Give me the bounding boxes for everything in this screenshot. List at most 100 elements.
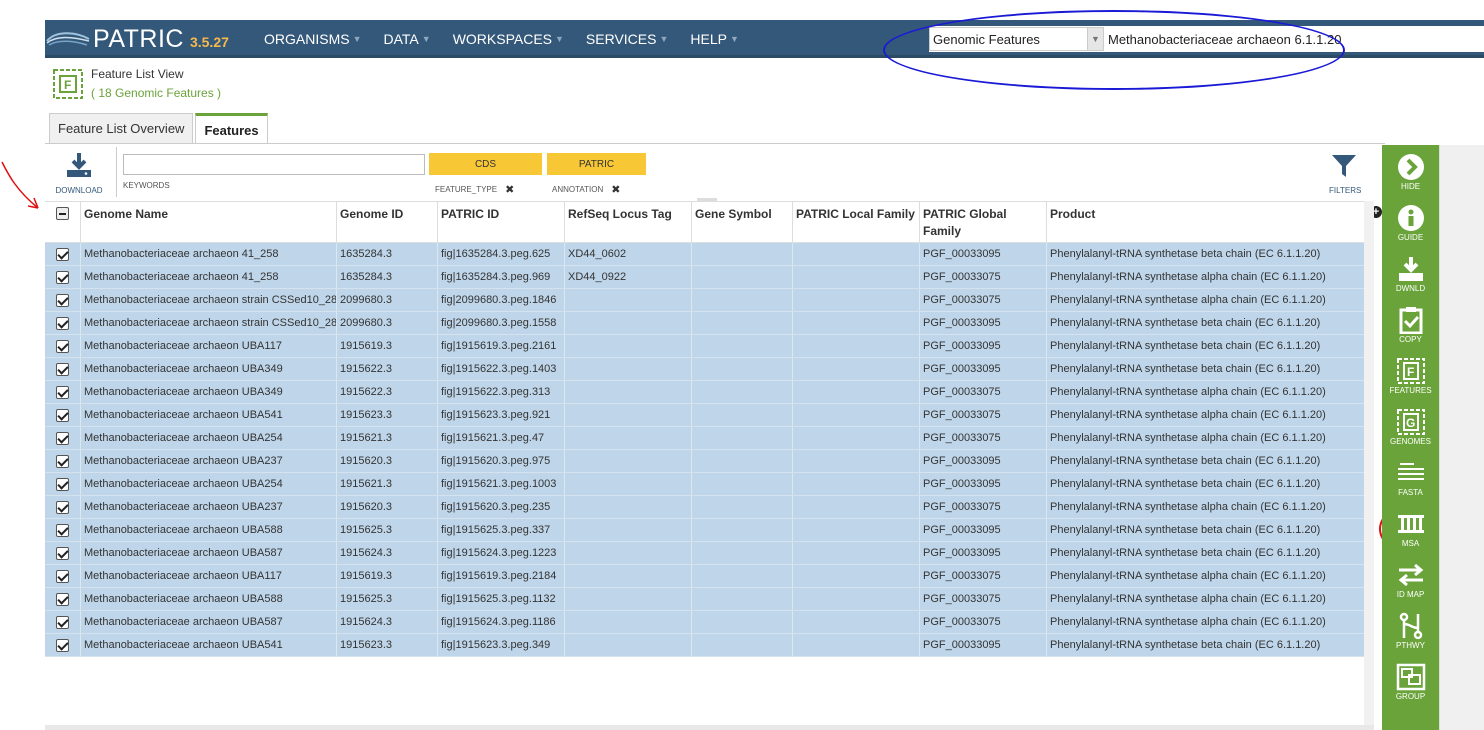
column-header-product[interactable]: Product — [1047, 202, 1364, 242]
table-row[interactable]: Methanobacteriaceae archaeon UBA587 19156… — [45, 542, 1364, 565]
table-row[interactable]: Methanobacteriaceae archaeon UBA117 19156… — [45, 335, 1364, 358]
row-checkbox[interactable] — [56, 592, 69, 606]
nav-help[interactable]: HELP ▼ — [690, 31, 739, 47]
row-checkbox[interactable] — [56, 500, 69, 514]
filters-button[interactable]: FILTERS — [1329, 153, 1361, 195]
column-header-refseq-locus-tag[interactable]: RefSeq Locus Tag — [565, 202, 692, 242]
row-checkbox[interactable] — [56, 638, 69, 652]
keywords-input[interactable] — [123, 154, 425, 175]
msa-button[interactable]: MSA — [1382, 510, 1439, 548]
row-checkbox-cell[interactable] — [45, 565, 81, 587]
nav-organisms[interactable]: ORGANISMS ▼ — [264, 31, 362, 47]
grid-horizontal-scrollbar[interactable] — [45, 725, 1374, 730]
row-checkbox[interactable] — [56, 454, 69, 468]
row-checkbox-cell[interactable] — [45, 611, 81, 633]
guide-button[interactable]: GUIDE — [1382, 204, 1439, 242]
row-checkbox[interactable] — [56, 615, 69, 629]
caret-down-icon[interactable]: ▼ — [1087, 28, 1103, 50]
table-row[interactable]: Methanobacteriaceae archaeon UBA349 19156… — [45, 381, 1364, 404]
row-checkbox-cell[interactable] — [45, 243, 81, 265]
table-row[interactable]: Methanobacteriaceae archaeon UBA587 19156… — [45, 611, 1364, 634]
row-checkbox-cell[interactable] — [45, 473, 81, 495]
cell-patric-local-family — [793, 588, 920, 610]
row-checkbox[interactable] — [56, 247, 69, 261]
pathway-button[interactable]: PTHWY — [1382, 612, 1439, 650]
filter-tag-patric[interactable]: PATRIC — [547, 153, 646, 175]
table-row[interactable]: Methanobacteriaceae archaeon UBA588 19156… — [45, 519, 1364, 542]
tab-features[interactable]: Features — [195, 113, 268, 144]
row-checkbox-cell[interactable] — [45, 358, 81, 380]
cell-refseq-locus-tag: XD44_0602 — [565, 243, 692, 265]
table-row[interactable]: Methanobacteriaceae archaeon 41_258 16352… — [45, 266, 1364, 289]
row-checkbox-cell[interactable] — [45, 542, 81, 564]
row-checkbox-cell[interactable] — [45, 335, 81, 357]
row-checkbox-cell[interactable] — [45, 427, 81, 449]
nav-workspaces[interactable]: WORKSPACES ▼ — [453, 31, 564, 47]
row-checkbox[interactable] — [56, 477, 69, 491]
column-header-patric-id[interactable]: PATRIC ID — [438, 202, 565, 242]
table-row[interactable]: Methanobacteriaceae archaeon UBA254 19156… — [45, 427, 1364, 450]
copy-button[interactable]: COPY — [1382, 306, 1439, 344]
table-row[interactable]: Methanobacteriaceae archaeon UBA541 19156… — [45, 634, 1364, 657]
row-checkbox[interactable] — [56, 431, 69, 445]
row-checkbox[interactable] — [56, 339, 69, 353]
select-all-checkbox-cell[interactable] — [45, 202, 81, 242]
remove-filter-icon[interactable]: ✖ — [505, 183, 514, 196]
row-checkbox-cell[interactable] — [45, 519, 81, 541]
row-checkbox[interactable] — [56, 385, 69, 399]
row-checkbox-cell[interactable] — [45, 588, 81, 610]
search-input[interactable] — [1104, 26, 1484, 52]
column-header-patric-global-family[interactable]: PATRIC Global Family — [920, 202, 1047, 242]
column-header-patric-local-family[interactable]: PATRIC Local Family — [793, 202, 920, 242]
table-row[interactable]: Methanobacteriaceae archaeon UBA588 19156… — [45, 588, 1364, 611]
cell-gene-symbol — [692, 289, 793, 311]
row-checkbox[interactable] — [56, 293, 69, 307]
row-checkbox[interactable] — [56, 569, 69, 583]
row-checkbox-cell[interactable] — [45, 450, 81, 472]
patric-logo[interactable]: PATRIC 3.5.27 — [45, 20, 229, 58]
column-header-genome-name[interactable]: Genome Name — [81, 202, 337, 242]
table-row[interactable]: Methanobacteriaceae archaeon UBA117 19156… — [45, 565, 1364, 588]
nav-data[interactable]: DATA ▼ — [384, 31, 431, 47]
features-button[interactable]: F FEATURES — [1382, 357, 1439, 395]
row-checkbox[interactable] — [56, 523, 69, 537]
row-checkbox[interactable] — [56, 408, 69, 422]
dwnld-button[interactable]: DWNLD — [1382, 255, 1439, 293]
row-checkbox-cell[interactable] — [45, 266, 81, 288]
remove-filter-icon[interactable]: ✖ — [611, 183, 620, 196]
table-row[interactable]: Methanobacteriaceae archaeon UBA237 19156… — [45, 496, 1364, 519]
grid-vertical-scrollbar[interactable] — [1364, 201, 1374, 726]
row-checkbox-cell[interactable] — [45, 312, 81, 334]
info-circle-icon — [1397, 205, 1424, 231]
row-checkbox[interactable] — [56, 362, 69, 376]
download-button[interactable]: DOWNLOAD — [53, 151, 105, 195]
cell-patric-id: fig|1915624.3.peg.1186 — [438, 611, 565, 633]
group-button[interactable]: GROUP — [1382, 663, 1439, 701]
row-checkbox[interactable] — [56, 316, 69, 330]
row-checkbox-cell[interactable] — [45, 381, 81, 403]
genomes-button[interactable]: G GENOMES — [1382, 408, 1439, 446]
row-checkbox-cell[interactable] — [45, 634, 81, 656]
table-row[interactable]: Methanobacteriaceae archaeon UBA349 19156… — [45, 358, 1364, 381]
search-scope-select[interactable]: Genomic Features ▼ — [929, 27, 1104, 51]
row-checkbox[interactable] — [56, 270, 69, 284]
row-checkbox-cell[interactable] — [45, 289, 81, 311]
table-row[interactable]: Methanobacteriaceae archaeon strain CSSe… — [45, 289, 1364, 312]
filter-tag-cds[interactable]: CDS — [429, 153, 542, 175]
hide-button[interactable]: HIDE — [1382, 153, 1439, 191]
select-all-checkbox[interactable] — [56, 207, 69, 220]
table-row[interactable]: Methanobacteriaceae archaeon strain CSSe… — [45, 312, 1364, 335]
table-row[interactable]: Methanobacteriaceae archaeon UBA237 19156… — [45, 450, 1364, 473]
row-checkbox-cell[interactable] — [45, 404, 81, 426]
id-map-button[interactable]: ID MAP — [1382, 561, 1439, 599]
nav-services[interactable]: SERVICES ▼ — [586, 31, 668, 47]
fasta-button[interactable]: FASTA — [1382, 459, 1439, 497]
column-header-genome-id[interactable]: Genome ID — [337, 202, 438, 242]
row-checkbox-cell[interactable] — [45, 496, 81, 518]
tab-feature-list-overview[interactable]: Feature List Overview — [49, 113, 194, 143]
table-row[interactable]: Methanobacteriaceae archaeon UBA254 19156… — [45, 473, 1364, 496]
table-row[interactable]: Methanobacteriaceae archaeon 41_258 16352… — [45, 243, 1364, 266]
row-checkbox[interactable] — [56, 546, 69, 560]
table-row[interactable]: Methanobacteriaceae archaeon UBA541 19156… — [45, 404, 1364, 427]
column-header-gene-symbol[interactable]: Gene Symbol — [692, 202, 793, 242]
